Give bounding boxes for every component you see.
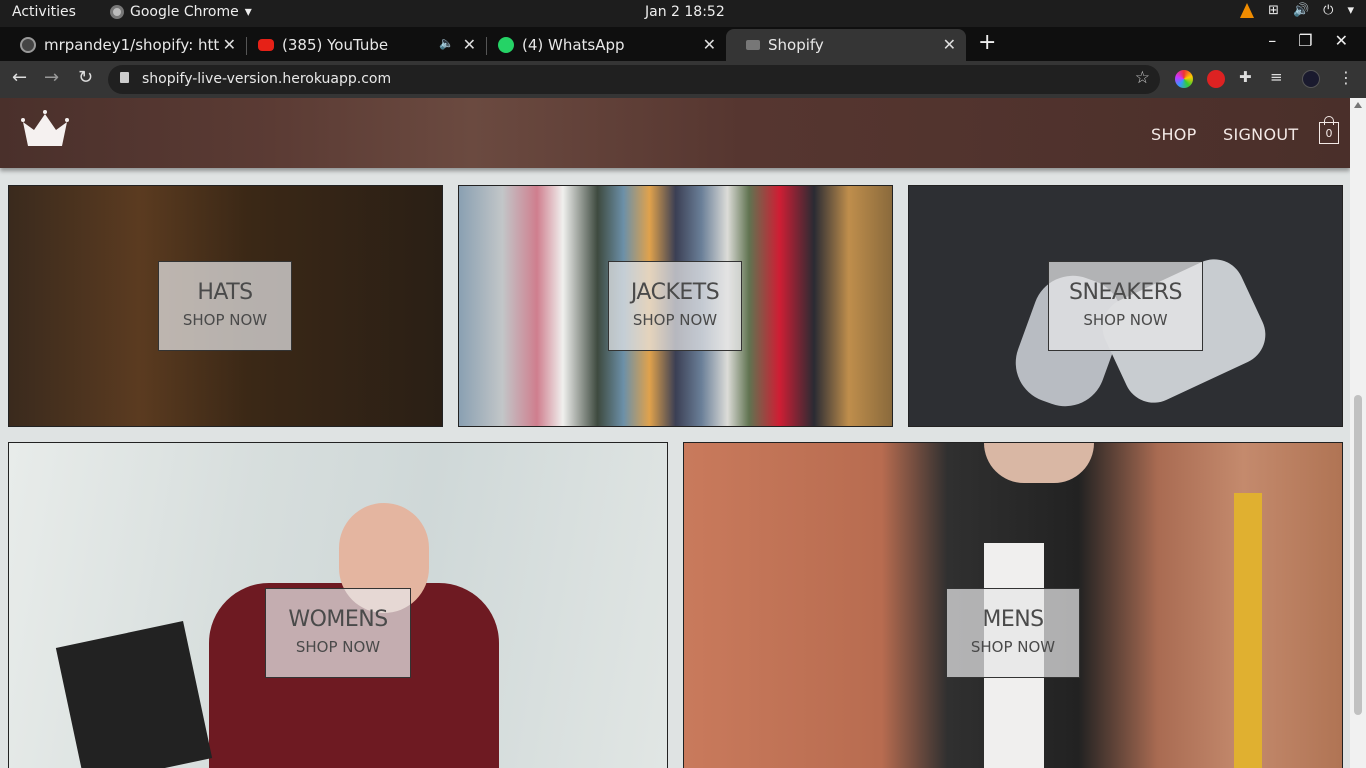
category-name: WOMENS [288,607,388,632]
category-tile-womens[interactable]: WOMENS SHOP NOW [8,442,668,768]
clock[interactable]: Jan 2 18:52 [645,4,725,20]
window-controls: – ❐ ✕ [1268,31,1348,50]
site-header: SHOP SIGNOUT 0 [0,98,1350,168]
category-name: SNEAKERS [1069,280,1182,305]
close-icon[interactable]: ✕ [463,35,476,54]
avatar[interactable] [1302,70,1320,88]
category-tile-jackets[interactable]: JACKETS SHOP NOW [458,185,893,427]
vlc-icon[interactable] [1240,3,1255,18]
forward-button[interactable]: → [44,67,59,88]
category-label[interactable]: HATS SHOP NOW [158,261,292,351]
volume-icon[interactable]: 🔊 [1293,3,1309,18]
category-label[interactable]: WOMENS SHOP NOW [265,588,411,678]
category-label[interactable]: JACKETS SHOP NOW [608,261,742,351]
tab-title: mrpandey1/shopify: https [44,36,220,54]
tab-shopify[interactable]: Shopify ✕ [726,29,966,61]
youtube-icon [258,39,274,51]
shop-now-text: SHOP NOW [632,311,718,329]
chrome-icon [110,5,124,19]
shop-now-text: SHOP NOW [295,638,381,656]
minimize-button[interactable]: – [1268,31,1276,50]
app-menu[interactable]: Google Chrome ▾ [110,4,252,20]
tab-whatsapp[interactable]: (4) WhatsApp ✕ [478,29,726,61]
shop-now-text: SHOP NOW [1083,311,1168,329]
nav-signout-link[interactable]: SIGNOUT [1223,125,1298,144]
whatsapp-icon [498,37,514,53]
tab-title: (385) YouTube [282,36,389,54]
close-window-button[interactable]: ✕ [1335,31,1348,50]
category-name: JACKETS [630,280,720,305]
reload-button[interactable]: ↻ [78,67,93,88]
tab-github[interactable]: mrpandey1/shopify: https ✕ [0,29,246,61]
nav-shop-link[interactable]: SHOP [1151,125,1197,144]
category-tile-hats[interactable]: HATS SHOP NOW [8,185,443,427]
cart-bag-icon[interactable]: 0 [1319,116,1339,144]
crown-logo-icon[interactable] [20,108,70,148]
browser-toolbar: ← → ↻ shopify-live-version.herokuapp.com… [0,61,1366,98]
scrollbar-thumb[interactable] [1354,395,1362,715]
shop-now-text: SHOP NOW [182,311,268,329]
color-extension-icon[interactable] [1175,70,1193,88]
page-content: SHOP SIGNOUT 0 HATS SHOP NOW JACKETS SHO… [0,98,1350,768]
adblock-icon[interactable] [1207,70,1225,88]
scroll-up-arrow-icon[interactable] [1354,102,1362,108]
close-icon[interactable]: ✕ [703,35,716,54]
tab-title: (4) WhatsApp [522,36,625,54]
close-icon[interactable]: ✕ [223,35,236,54]
page-scrollbar[interactable] [1350,98,1366,768]
tab-strip: mrpandey1/shopify: https ✕ (385) YouTube… [0,27,1366,61]
menu-icon[interactable]: ⋮ [1338,68,1354,87]
github-icon [20,37,36,53]
chevron-down-icon[interactable]: ▾ [1347,3,1354,18]
shop-now-text: SHOP NOW [970,638,1056,656]
shopping-bags-image [55,621,213,768]
category-label[interactable]: SNEAKERS SHOP NOW [1048,261,1203,351]
close-icon[interactable]: ✕ [943,35,956,54]
category-label[interactable]: MENS SHOP NOW [946,588,1080,678]
category-name: MENS [982,607,1044,632]
os-top-bar: Activities Google Chrome ▾ Jan 2 18:52 ⊞… [0,0,1366,27]
category-tile-sneakers[interactable]: SNEAKERS SHOP NOW [908,185,1343,427]
power-icon[interactable]: ⏻ [1323,3,1333,18]
category-name: HATS [197,280,253,305]
category-tile-mens[interactable]: MENS SHOP NOW [683,442,1343,768]
speaker-icon[interactable]: 🔈 [439,36,454,50]
man-face-image [984,443,1094,483]
url-text[interactable]: shopify-live-version.herokuapp.com [142,71,391,87]
back-button[interactable]: ← [12,67,27,88]
address-bar[interactable]: shopify-live-version.herokuapp.com ☆ [108,65,1160,94]
bookmark-star-icon[interactable]: ☆ [1135,68,1150,88]
yellow-pole-image [1234,493,1262,768]
media-control-icon[interactable]: ≡ [1270,68,1283,86]
new-tab-button[interactable]: + [978,30,996,55]
chevron-down-icon: ▾ [244,4,252,20]
maximize-button[interactable]: ❐ [1298,31,1312,50]
app-name: Google Chrome [130,4,239,20]
tab-youtube[interactable]: (385) YouTube 🔈 ✕ [238,29,486,61]
network-icon[interactable]: ⊞ [1268,3,1279,18]
tab-title: Shopify [768,36,824,54]
extensions-icon[interactable]: ✚ [1239,68,1252,86]
system-tray[interactable]: ⊞ 🔊 ⏻ ▾ [1240,3,1354,18]
crown-icon [746,40,760,50]
activities-button[interactable]: Activities [12,4,76,20]
lock-icon[interactable] [120,72,129,83]
